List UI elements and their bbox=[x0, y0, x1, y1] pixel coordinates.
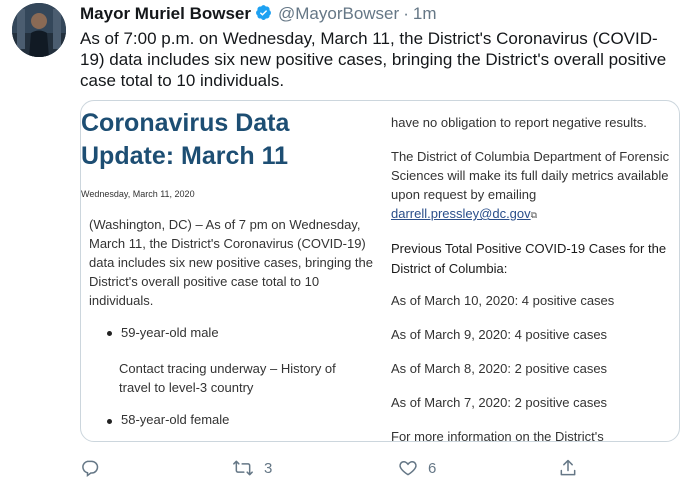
avatar[interactable] bbox=[12, 3, 66, 57]
share-icon bbox=[558, 458, 578, 478]
handle[interactable]: @MayorBowser bbox=[278, 4, 399, 23]
image-title: Coronavirus Data Update: March 11 bbox=[81, 107, 381, 173]
heart-icon bbox=[398, 458, 418, 478]
more-info-text: For more information on the District's bbox=[391, 429, 604, 442]
image-text-top: have no obligation to report negative re… bbox=[391, 115, 647, 130]
bullet-note: Contact tracing underway – History of tr… bbox=[119, 361, 336, 395]
share-button[interactable] bbox=[558, 456, 578, 480]
display-name[interactable]: Mayor Muriel Bowser bbox=[80, 4, 251, 23]
timestamp[interactable]: 1m bbox=[413, 4, 437, 23]
retweet-icon bbox=[232, 458, 254, 478]
previous-case-row: As of March 7, 2020: 2 positive cases bbox=[391, 395, 608, 410]
reply-button[interactable] bbox=[80, 456, 100, 480]
metrics-text: The District of Columbia Department of F… bbox=[391, 149, 670, 202]
tweet-actions: 3 6 bbox=[80, 456, 680, 480]
bullet-dot bbox=[107, 331, 112, 336]
tweet-header: Mayor Muriel Bowser @MayorBowser · 1m bbox=[80, 4, 436, 26]
image-title-line2: Update: March 11 bbox=[81, 142, 289, 170]
image-text-metrics: The District of Columbia Department of F… bbox=[391, 147, 679, 225]
image-left-column: Coronavirus Data Update: March 11 Wednes… bbox=[81, 101, 386, 441]
image-right-column: have no obligation to report negative re… bbox=[391, 101, 679, 442]
previous-case-row: As of March 10, 2020: 4 positive cases bbox=[391, 293, 615, 308]
separator: · bbox=[403, 4, 409, 23]
reply-icon bbox=[80, 458, 100, 478]
attached-image[interactable]: Coronavirus Data Update: March 11 Wednes… bbox=[80, 100, 680, 442]
email-link: darrell.pressley@dc.gov bbox=[391, 206, 531, 221]
bullet-item: 59-year-old male bbox=[121, 325, 219, 340]
previous-case-row: As of March 9, 2020: 4 positive cases bbox=[391, 327, 608, 342]
image-title-line1: Coronavirus Data bbox=[81, 109, 290, 137]
image-paragraph: (Washington, DC) – As of 7 pm on Wednesd… bbox=[89, 217, 373, 308]
bullet-item: 58-year-old female bbox=[121, 412, 230, 427]
bullet-dot bbox=[107, 419, 112, 424]
like-button[interactable]: 6 bbox=[398, 456, 436, 480]
image-date: Wednesday, March 11, 2020 bbox=[81, 189, 195, 199]
external-link-icon: ⧉ bbox=[530, 210, 538, 220]
retweet-button[interactable]: 3 bbox=[232, 456, 272, 480]
verified-badge-icon bbox=[255, 4, 272, 26]
previous-cases-heading: Previous Total Positive COVID-19 Cases f… bbox=[391, 241, 667, 276]
previous-case-row: As of March 8, 2020: 2 positive cases bbox=[391, 361, 608, 376]
like-count: 6 bbox=[428, 459, 437, 477]
retweet-count: 3 bbox=[264, 459, 273, 477]
tweet-text: As of 7:00 p.m. on Wednesday, March 11, … bbox=[80, 29, 667, 90]
